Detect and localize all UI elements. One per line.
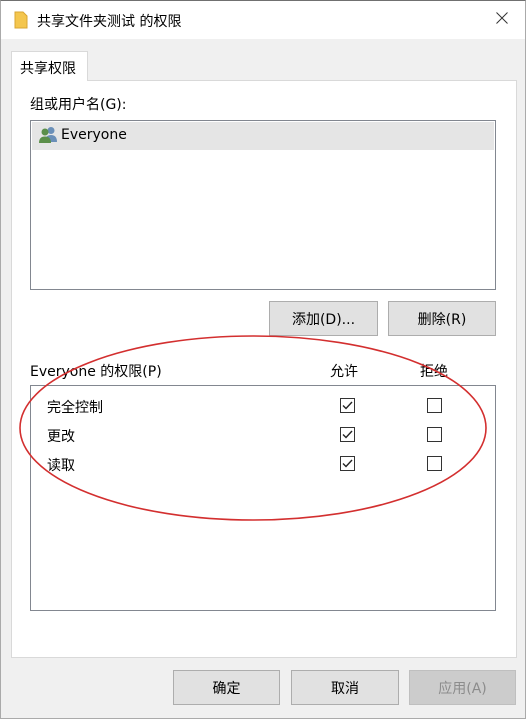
deny-checkbox-change[interactable] — [427, 427, 442, 442]
remove-button[interactable]: 删除(R) — [388, 301, 496, 336]
list-item[interactable]: Everyone — [32, 122, 494, 150]
group-users-label: 组或用户名(G): — [30, 97, 127, 113]
deny-column-header: 拒绝 — [420, 364, 448, 380]
permissions-listbox: 完全控制 更改 读取 — [30, 385, 496, 611]
users-listbox[interactable]: Everyone — [30, 120, 496, 290]
tab-share-permissions[interactable]: 共享权限 — [11, 51, 88, 81]
allow-checkbox-read[interactable] — [340, 456, 355, 471]
permissions-header-label: Everyone 的权限(P) — [30, 364, 162, 380]
folder-icon — [14, 11, 28, 29]
allow-checkbox-full-control[interactable] — [340, 398, 355, 413]
cancel-button[interactable]: 取消 — [291, 670, 399, 705]
title-bar: 共享文件夹测试 的权限 — [0, 0, 526, 39]
add-button[interactable]: 添加(D)... — [269, 301, 378, 336]
user-name: Everyone — [61, 127, 127, 143]
apply-button: 应用(A) — [409, 670, 516, 705]
allow-column-header: 允许 — [330, 364, 358, 380]
tab-label: 共享权限 — [20, 61, 76, 77]
permission-label-read: 读取 — [47, 458, 75, 474]
ok-button[interactable]: 确定 — [173, 670, 280, 705]
deny-checkbox-full-control[interactable] — [427, 398, 442, 413]
permission-label-full-control: 完全控制 — [47, 400, 103, 416]
users-icon — [38, 126, 60, 144]
close-button[interactable] — [479, 1, 525, 39]
close-icon — [496, 12, 508, 28]
allow-checkbox-change[interactable] — [340, 427, 355, 442]
deny-checkbox-read[interactable] — [427, 456, 442, 471]
window-title: 共享文件夹测试 的权限 — [37, 14, 182, 30]
permission-label-change: 更改 — [47, 429, 75, 445]
